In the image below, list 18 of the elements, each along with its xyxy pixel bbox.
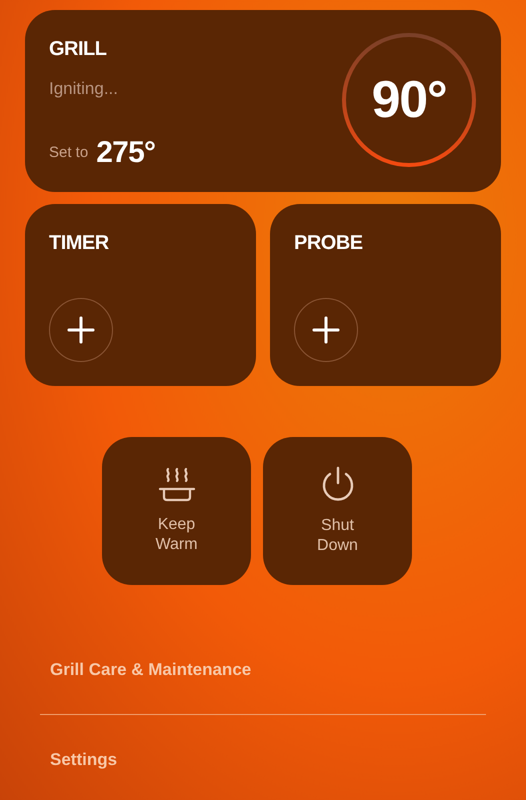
action-button[interactable]: Keep Warm xyxy=(102,437,251,585)
temperature-ring-icon xyxy=(341,32,477,168)
feature-card[interactable]: PROBE xyxy=(270,204,501,386)
status-text: Igniting... xyxy=(49,78,119,100)
feature-card[interactable]: TIMER xyxy=(25,204,256,386)
steaming-pot-icon xyxy=(158,467,196,503)
card-title: TIMER xyxy=(49,231,110,256)
add-button[interactable] xyxy=(294,298,358,362)
current-temperature: 90° xyxy=(372,74,446,126)
grill-card[interactable]: GRILL Igniting... Set to 275° 90° xyxy=(25,10,501,192)
set-temperature: 275° xyxy=(96,138,156,168)
set-label: Set to xyxy=(49,142,88,162)
card-title: GRILL xyxy=(49,37,108,62)
plus-icon xyxy=(67,316,95,344)
plus-icon xyxy=(312,316,340,344)
add-button[interactable] xyxy=(49,298,113,362)
action-button[interactable]: Shut Down xyxy=(263,437,412,585)
card-title: PROBE xyxy=(294,231,364,256)
